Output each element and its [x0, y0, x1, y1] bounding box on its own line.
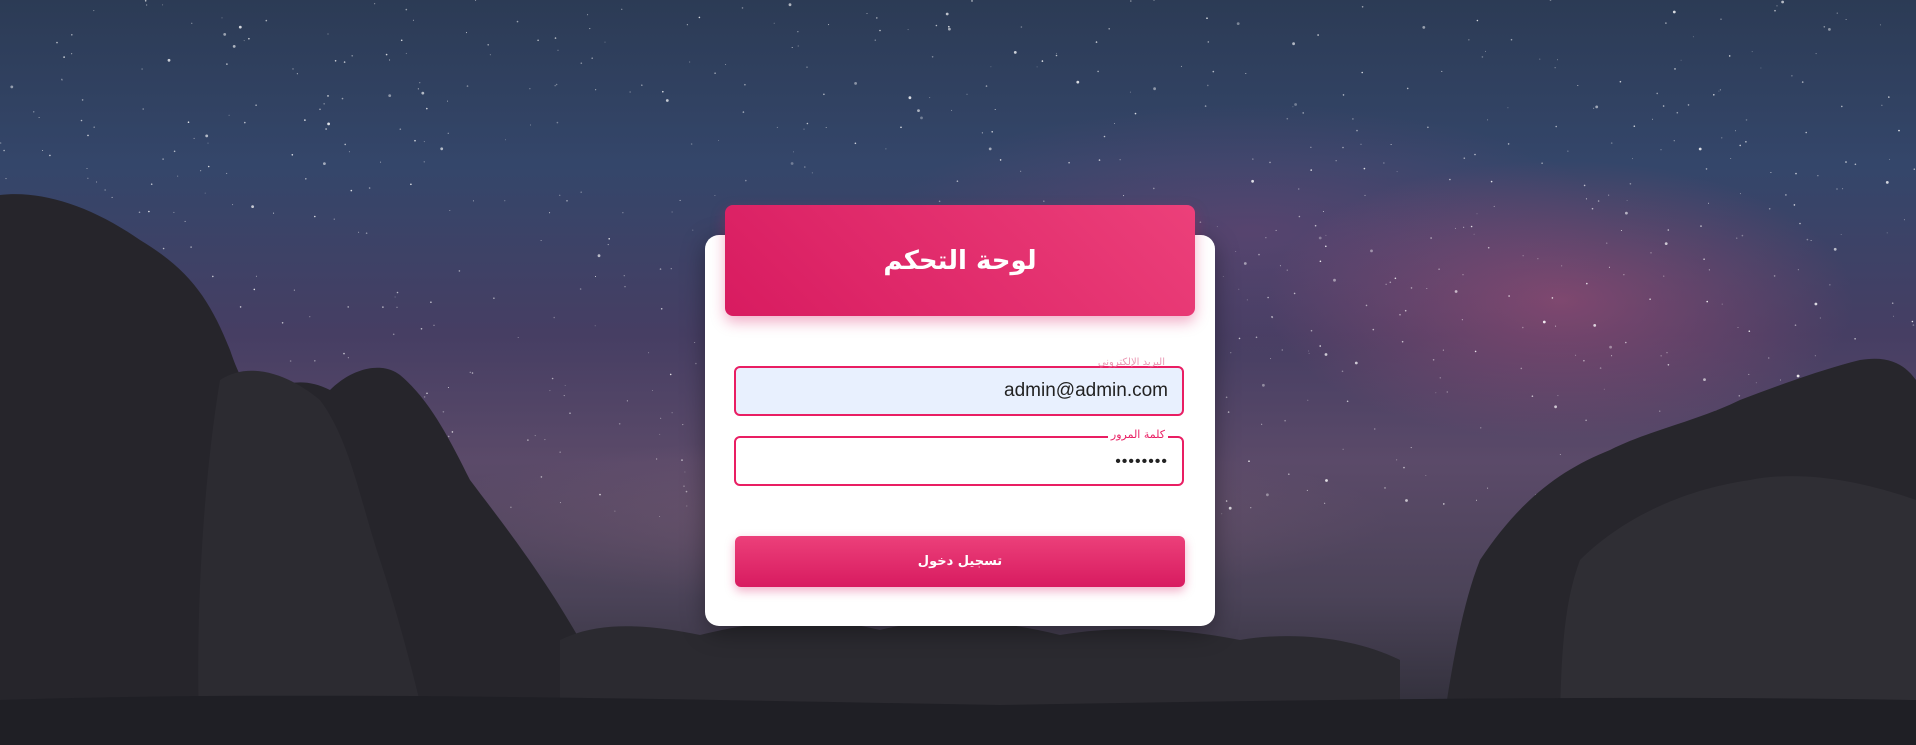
email-field[interactable]: البريد الإلكتروني admin@admin.com	[734, 357, 1184, 416]
page-title: لوحة التحكم	[883, 245, 1037, 276]
password-field[interactable]: كلمة المرور ••••••••	[734, 428, 1184, 486]
card-header: لوحة التحكم	[725, 205, 1195, 316]
login-button[interactable]: تسجيل دخول	[735, 536, 1185, 587]
password-field-value[interactable]: ••••••••	[1115, 438, 1168, 484]
email-field-value[interactable]: admin@admin.com	[1004, 368, 1168, 414]
